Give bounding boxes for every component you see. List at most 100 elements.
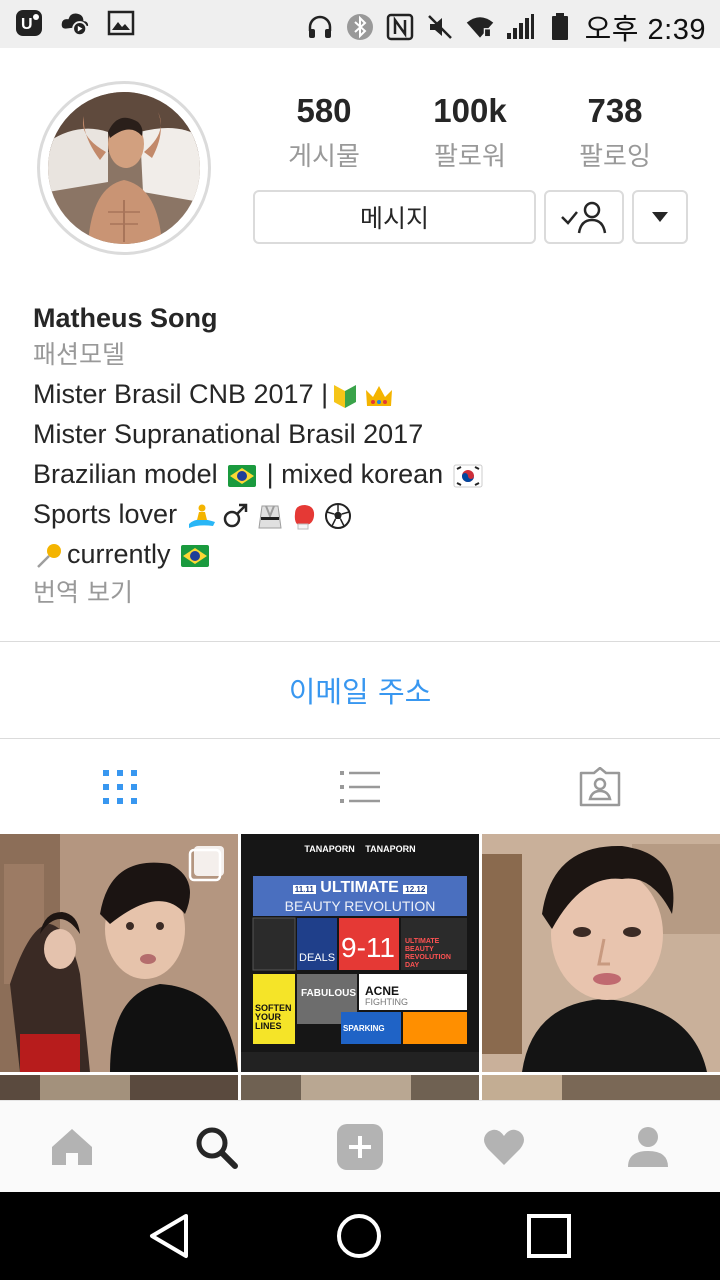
back-triangle-icon	[150, 1214, 188, 1258]
stat-followers[interactable]: 100k 팔로워	[405, 92, 535, 173]
followers-label: 팔로워	[434, 142, 506, 172]
bio-text-4: Sports lover	[33, 499, 185, 529]
posts-count: 580	[296, 92, 352, 129]
nav-profile[interactable]	[576, 1101, 720, 1193]
tab-grid[interactable]	[0, 740, 240, 834]
bio-text-5: currently	[67, 539, 179, 569]
divider	[0, 738, 720, 739]
headset-icon	[305, 12, 335, 42]
promo-big-date: 9-11	[341, 932, 395, 963]
recents-button[interactable]	[489, 1192, 609, 1280]
search-icon	[196, 1127, 238, 1169]
tab-tagged[interactable]	[480, 740, 720, 834]
heart-icon	[484, 1129, 524, 1165]
email-button[interactable]: 이메일 주소	[0, 642, 720, 738]
message-button[interactable]: 메시지	[253, 190, 536, 244]
following-button[interactable]	[544, 190, 624, 244]
followers-count: 100k	[433, 92, 507, 129]
following-label: 팔로잉	[579, 142, 651, 172]
bio-line-4: Sports lover	[33, 494, 693, 534]
list-icon	[340, 771, 380, 803]
nav-home[interactable]	[0, 1101, 144, 1193]
posts-label: 게시물	[288, 142, 360, 172]
beginner-emoji-icon	[334, 384, 357, 408]
bio-line-5: currently	[33, 534, 693, 574]
promo-date-left: 11.11	[292, 885, 316, 894]
add-icon	[337, 1124, 383, 1170]
soccer-ball-icon	[324, 502, 351, 529]
dropdown-button[interactable]	[632, 190, 688, 244]
media-upload-icon	[60, 8, 90, 38]
avatar-photo	[48, 92, 200, 244]
bio-text-3b: | mixed korean	[259, 459, 451, 489]
bio-line-3: Brazilian model | mixed korean	[33, 454, 693, 494]
promo-date-right: 12.12	[403, 885, 428, 894]
triangle-down-icon	[652, 212, 668, 222]
tab-list[interactable]	[240, 740, 480, 834]
battery-icon	[545, 12, 575, 42]
translate-link[interactable]: 번역 보기	[33, 574, 693, 612]
following-count: 738	[587, 92, 643, 129]
grid-icon	[103, 770, 137, 804]
tagged-icon	[579, 767, 621, 807]
grid-post-3[interactable]	[482, 834, 720, 1072]
promo-subheadline: BEAUTY REVOLUTION	[284, 898, 436, 914]
nfc-icon	[385, 12, 415, 42]
surfer-emoji-icon	[188, 504, 215, 528]
grid-post-2[interactable]: TANAPORN TANAPORN 11.11 ULTIMATE 12.12 B…	[241, 834, 479, 1072]
signal-icon	[505, 12, 535, 42]
profile-name: Matheus Song	[33, 303, 218, 333]
promo-fighting: FIGHTING	[365, 997, 408, 1007]
multiple-photos-icon	[190, 846, 224, 880]
brazil-flag-icon	[181, 544, 210, 567]
nav-search[interactable]	[144, 1101, 288, 1193]
image-icon	[106, 8, 136, 38]
mute-icon	[425, 12, 455, 42]
bio-text-1: Mister Brasil CNB 2017 |	[33, 379, 329, 409]
crown-emoji-icon	[366, 385, 393, 406]
promo-sparking: SPARKING	[343, 1024, 385, 1033]
male-sign-icon	[223, 503, 247, 528]
promo-ultimate-day: ULTIMATE BEAUTY REVOLUTION DAY	[405, 938, 451, 969]
back-button[interactable]	[110, 1192, 230, 1280]
promo-brand-a: TANAPORN	[304, 844, 355, 854]
home-circle-icon	[337, 1214, 381, 1258]
profile-avatar[interactable]	[37, 81, 211, 255]
status-bar: U 오후 2:39	[0, 0, 720, 48]
svg-text:U: U	[21, 16, 33, 33]
grid-post-4[interactable]	[0, 1075, 238, 1100]
promo-soften: SOFTEN YOUR LINES	[255, 1003, 292, 1031]
recents-square-icon	[527, 1214, 571, 1258]
promo-brand-b: TANAPORN	[365, 844, 416, 854]
brazil-flag-icon	[228, 464, 257, 487]
home-icon	[52, 1129, 92, 1165]
bottom-nav	[0, 1100, 720, 1192]
promo-deals: DEALS	[299, 952, 336, 964]
profile-icon	[628, 1127, 668, 1167]
boxing-glove-icon	[294, 504, 314, 530]
ucloud-icon: U	[14, 8, 44, 38]
bio-text-3a: Brazilian model	[33, 459, 226, 489]
promo-headline: ULTIMATE	[320, 879, 399, 896]
status-right-icons: 오후 2:39	[305, 6, 706, 48]
home-button[interactable]	[299, 1192, 419, 1280]
martial-arts-emoji-icon	[257, 505, 282, 529]
system-nav-bar	[0, 1192, 720, 1280]
grid-post-5[interactable]	[241, 1075, 479, 1100]
grid-post-6[interactable]	[482, 1075, 720, 1100]
nav-add[interactable]	[288, 1101, 432, 1193]
following-check-icon	[561, 201, 607, 234]
status-time: 오후 2:39	[584, 14, 706, 46]
bio-line-2: Mister Supranational Brasil 2017	[33, 419, 424, 449]
bio-line-1: Mister Brasil CNB 2017 |	[33, 374, 693, 414]
posts-grid: TANAPORN TANAPORN 11.11 ULTIMATE 12.12 B…	[0, 834, 720, 1100]
stat-following[interactable]: 738 팔로잉	[550, 92, 680, 173]
stat-posts[interactable]: 580 게시물	[259, 92, 389, 173]
promo-acne: ACNE	[365, 984, 400, 998]
korea-flag-icon	[453, 464, 483, 488]
grid-post-1[interactable]	[0, 834, 238, 1072]
wifi-icon	[465, 12, 495, 42]
status-left-icons: U	[14, 8, 136, 38]
bluetooth-icon	[345, 12, 375, 42]
nav-activity[interactable]	[432, 1101, 576, 1193]
